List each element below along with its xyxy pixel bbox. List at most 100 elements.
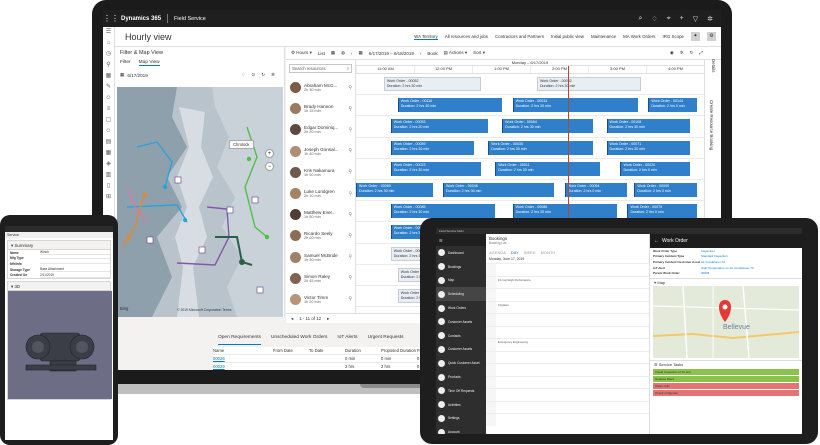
actions-dropdown[interactable]: ▤ Actions ▾ [444, 50, 468, 56]
prev-icon[interactable]: ‹ [351, 51, 353, 56]
refresh-icon[interactable]: ↻ [261, 72, 265, 78]
time-slot[interactable] [486, 363, 649, 376]
filter-icon[interactable]: ▽ [693, 15, 698, 23]
column-header[interactable]: From Date [273, 348, 309, 353]
time-slot[interactable] [486, 375, 649, 388]
service-task[interactable]: Visual inspection of 72 unit [653, 368, 799, 375]
sort-dropdown[interactable]: Sort ▾ [473, 50, 485, 56]
map-pin-icon[interactable]: ⚲ [348, 191, 352, 197]
tab-view[interactable]: Maintenance [591, 34, 616, 39]
map-pin-icon[interactable]: ⚲ [348, 212, 352, 218]
service-task[interactable]: Replace filters [653, 375, 799, 382]
tasks-section-header[interactable]: ☰ Service Tasks [650, 359, 802, 368]
booking-block[interactable]: Work Order - 00032 Duration: 2 hrs 30 min [536, 77, 642, 91]
tab-view[interactable]: WA Territory [414, 34, 438, 40]
search-input[interactable]: Search resources ⌕ [289, 64, 352, 73]
nav-item[interactable]: Account [436, 425, 486, 434]
map-pin-icon[interactable]: ⚲ [348, 85, 352, 91]
booking-block[interactable]: Work Order - 00108 Duration: 2 hrs 30 min [606, 119, 691, 134]
booking-block[interactable]: Work Order - 00011 Duration: 2 hrs 30 min [495, 161, 600, 176]
nav-item[interactable]: Products [436, 370, 486, 384]
map-pin-icon[interactable]: ⚲ [348, 233, 352, 239]
booking-block[interactable]: Work Order - 00035 Duration: 2 hrs 30 min [488, 140, 593, 155]
map-pin-icon[interactable]: ⚲ [348, 296, 352, 302]
nav-item[interactable]: Dashboard [436, 246, 486, 260]
time-slot[interactable] [486, 388, 649, 401]
service-task[interactable]: Check refrigerant [653, 389, 799, 396]
refresh-icon[interactable]: ↻ [690, 50, 694, 56]
booking-block[interactable]: Work Order - 00069 Duration: 2 hrs 30 min [356, 182, 433, 197]
booking-block[interactable]: Work Order - 00054 Duration: 2 hrs 0 min [564, 182, 628, 197]
form-field[interactable]: Name Winch [8, 250, 110, 256]
date-picker[interactable]: ▦ 6/17/2019 ♢ ⊙ ↻ ✲ [115, 67, 284, 81]
settings-icon[interactable]: ✲ [680, 50, 684, 56]
time-slot[interactable] [486, 325, 649, 338]
location-icon[interactable]: ⌖ [667, 15, 671, 23]
time-slot[interactable] [486, 350, 649, 363]
tab-view[interactable]: Initial public view [551, 34, 584, 39]
booking-block[interactable]: Work Order - 00034 Duration: 2 hrs 30 min [512, 98, 638, 113]
form-field[interactable]: Storage Type Base Attachment [8, 267, 110, 273]
requirement-link[interactable]: 00029 [213, 364, 273, 369]
time-slot[interactable] [486, 400, 649, 413]
booking-block[interactable]: Work Order - 00064 Duration: 2 hrs 30 min [502, 119, 593, 134]
book-button[interactable]: Book [427, 51, 437, 56]
calendar-view-tab[interactable]: MONTH [541, 250, 556, 255]
booking-block[interactable]: Work Order - 00079 Duration: 2 hrs 0 min [627, 204, 698, 219]
field-value[interactable]: Air Conditioner 72 [701, 260, 725, 264]
resource-row[interactable]: Kris Nakamura 1h 00 min ⚲ [286, 162, 355, 183]
map-pin-icon[interactable]: ⚲ [348, 169, 352, 175]
calendar-event[interactable]: Emergency Engineering [498, 340, 528, 344]
hours-dropdown[interactable]: ⚙ Hours ▾ [291, 50, 312, 56]
booking-block[interactable]: Work Order - 00023 Duration: 2 hrs 30 min [390, 161, 482, 176]
nav-item[interactable]: Time Off Requests [436, 384, 486, 398]
booking-block[interactable]: Work Order - 00052 Duration: 2 hrs 30 min [383, 77, 482, 91]
booking-block[interactable]: Work Order - 00085 Duration: 2 hrs 30 min [390, 204, 496, 219]
date-range[interactable]: 6/17/2019 – 6/18/2019 [369, 51, 414, 56]
view-settings-button[interactable]: ⚙ [707, 32, 716, 41]
map-pin-icon[interactable]: ⚲ [348, 275, 352, 281]
user-icon[interactable]: ☺ [103, 93, 114, 104]
booking-block[interactable]: Work Order - 00086 Duration: 2 hrs 30 min [512, 204, 617, 219]
calendar-view-tab[interactable]: DAY [511, 250, 519, 255]
summary-header[interactable]: ▾ Summary [8, 241, 110, 250]
tab-view[interactable]: Contractors and Partners [495, 34, 544, 39]
field-value[interactable]: 00026 [701, 271, 709, 275]
resource-row[interactable]: Victor Timm 1h 20 min ⚲ [286, 289, 355, 310]
back-icon[interactable]: ← [654, 238, 659, 244]
nav-item[interactable]: Activities [436, 398, 486, 412]
tag-icon[interactable]: ◈ [103, 159, 114, 170]
schedule-icon[interactable]: ▦ [103, 71, 114, 82]
clipboard-icon[interactable]: ▤ [103, 137, 114, 148]
requirement-tab[interactable]: Unscheduled Work Orders [271, 335, 327, 345]
booking-block[interactable]: Work Order - 00116 Duration: 2 hrs 30 min [397, 98, 503, 113]
work-order-map[interactable]: Bellevue [653, 285, 799, 358]
nav-item[interactable]: Settings [436, 412, 486, 426]
resource-row[interactable]: Joseph Gonsal... 1h 40 min ⚲ [286, 141, 355, 162]
nav-item[interactable]: Contacts [436, 329, 486, 343]
requirement-tab[interactable]: IoT Alerts [337, 335, 357, 345]
target-icon[interactable]: ⊙ [251, 72, 255, 78]
time-slot[interactable] [486, 263, 649, 276]
resource-row[interactable]: Brady Hannon 1h 15 min ⚲ [286, 98, 355, 119]
viewer-header[interactable]: ▾ 3D [8, 281, 110, 291]
resource-row[interactable]: Matthew Ever... 1h 50 min ⚲ [286, 204, 355, 225]
gear-icon[interactable]: ✲ [707, 15, 713, 23]
time-slot[interactable]: Irrigation [486, 300, 649, 313]
tab-view[interactable]: MA Work Orders [623, 34, 655, 39]
tab-view[interactable]: IRG Scope [663, 34, 684, 39]
map-pin-icon[interactable]: ⚲ [348, 148, 352, 154]
map-pin-icon[interactable]: ⚲ [348, 254, 352, 260]
time-slot[interactable] [486, 288, 649, 301]
column-header[interactable]: To Date [309, 348, 345, 353]
booking-block[interactable]: Work Order - 00046 Duration: 2 hrs 30 min [443, 182, 555, 197]
nav-item[interactable]: Scheduling [436, 287, 486, 302]
map-popup[interactable]: Chrolock [229, 140, 254, 149]
grid-icon[interactable]: ▦ [331, 50, 335, 56]
settings-icon[interactable]: ✲ [271, 72, 275, 78]
booking-block[interactable]: Work Order - 00090 Duration: 2 hrs 0 min [634, 182, 698, 197]
menu-icon[interactable]: ☰ [103, 27, 114, 38]
nav-item[interactable]: Customer Assets [436, 315, 486, 329]
add-icon[interactable]: + [680, 15, 684, 23]
calendar-icon[interactable]: ▦ [359, 50, 363, 56]
